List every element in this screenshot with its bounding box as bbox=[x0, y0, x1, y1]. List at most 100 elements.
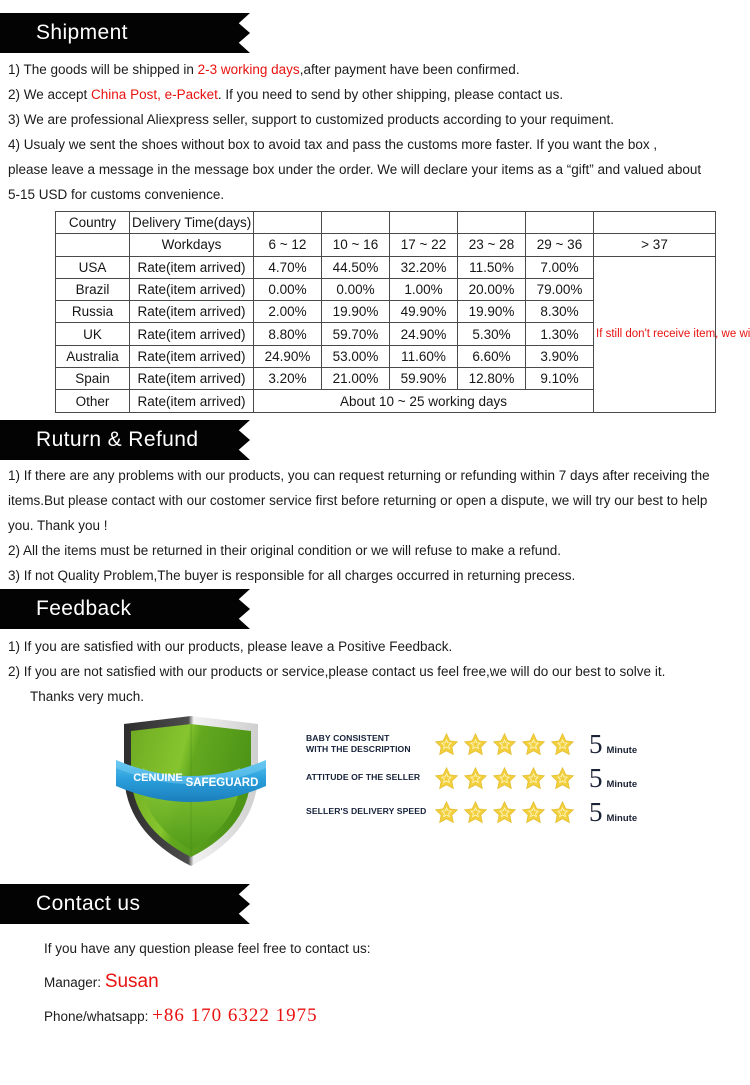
star-rating-description bbox=[434, 732, 575, 757]
cell-other-span: About 10 ~ 25 working days bbox=[253, 389, 594, 413]
cell-rate-3: 32.20% bbox=[389, 255, 458, 279]
cell-rate-2: 21.00% bbox=[321, 367, 390, 391]
contact-banner: Contact us bbox=[0, 884, 250, 924]
shipment-line-2-highlight: China Post, e-Packet bbox=[91, 87, 218, 102]
star-icon bbox=[434, 732, 459, 755]
genuine-safeguard-shield-icon: CENUINE SAFEGUARD bbox=[112, 710, 270, 872]
score-number: 5 bbox=[589, 762, 603, 793]
rating-label-attitude: ATTITUDE OF THE SELLER bbox=[306, 772, 428, 784]
shipment-line-1-pre: 1) The goods will be shipped in bbox=[8, 62, 198, 77]
cell-rate-2: 59.70% bbox=[321, 322, 390, 346]
feedback-text: 1) If you are satisfied with our product… bbox=[0, 634, 750, 709]
star-icon bbox=[521, 766, 546, 789]
cell-rate-1: 2.00% bbox=[253, 300, 322, 324]
score-delivery-speed: 5 Minute bbox=[589, 796, 638, 827]
header-delivery-time: Delivery Time(days) bbox=[129, 210, 254, 235]
header-blank-4 bbox=[457, 210, 526, 235]
score-number: 5 bbox=[589, 796, 603, 827]
cell-rate-label: Rate(item arrived) bbox=[129, 344, 254, 369]
star-icon bbox=[434, 800, 459, 823]
return-line-5: 3) If not Quality Problem,The buyer is r… bbox=[8, 568, 576, 583]
cell-rate-2: 53.00% bbox=[321, 344, 390, 369]
star-icon bbox=[492, 800, 517, 823]
cell-country: USA bbox=[55, 255, 130, 279]
shipment-line-2: 2) We accept China Post, e-Packet. If yo… bbox=[8, 82, 738, 107]
table-header-row-1: Country Delivery Time(days) bbox=[55, 210, 716, 235]
header-blank-1 bbox=[253, 210, 322, 235]
shipment-text: 1) The goods will be shipped in 2-3 work… bbox=[0, 57, 750, 207]
shipment-line-1: 1) The goods will be shipped in 2-3 work… bbox=[8, 57, 738, 82]
rating-label-line-1: SELLER'S DELIVERY SPEED bbox=[306, 806, 427, 817]
header-blank-5 bbox=[525, 210, 594, 235]
rating-row-description: BABY CONSISTENT WITH THE DESCRIPTION 5 M… bbox=[306, 727, 686, 761]
rating-label-line-2: WITH THE DESCRIPTION bbox=[306, 744, 411, 754]
cell-rate-3: 59.90% bbox=[389, 367, 458, 391]
rating-label-delivery-speed: SELLER'S DELIVERY SPEED bbox=[306, 806, 428, 818]
cell-rate-label: Rate(item arrived) bbox=[129, 367, 254, 391]
star-icon bbox=[550, 732, 575, 755]
star-rating-attitude bbox=[434, 766, 575, 791]
cell-country: Brazil bbox=[55, 277, 130, 302]
score-unit: Minute bbox=[606, 812, 638, 824]
shipment-line-2-pre: 2) We accept bbox=[8, 87, 92, 102]
header-country: Country bbox=[55, 210, 130, 235]
seller-ratings: BABY CONSISTENT WITH THE DESCRIPTION 5 M… bbox=[306, 727, 686, 829]
cell-rate-5: 7.00% bbox=[525, 255, 594, 279]
score-description: 5 Minute bbox=[589, 730, 637, 758]
contact-intro: If you have any question please feel fre… bbox=[44, 941, 371, 956]
cell-rate-1: 8.80% bbox=[253, 322, 322, 346]
lost-item-note: If still don't receive item, we will hel… bbox=[593, 255, 750, 413]
star-icon bbox=[463, 766, 488, 789]
feedback-line-2: 2) If you are not satisfied with our pro… bbox=[8, 664, 666, 679]
cell-rate-3: 11.60% bbox=[389, 344, 458, 369]
rating-row-delivery-speed: SELLER'S DELIVERY SPEED 5 Minute bbox=[306, 795, 686, 829]
header-range-2: 10 ~ 16 bbox=[321, 233, 390, 257]
return-line-1: 1) If there are any problems with our pr… bbox=[8, 468, 710, 483]
cell-rate-label: Rate(item arrived) bbox=[129, 300, 254, 324]
return-line-2: items.But please contact with our costom… bbox=[8, 493, 708, 508]
header-workdays: Workdays bbox=[129, 233, 254, 257]
cell-rate-4: 12.80% bbox=[457, 367, 526, 391]
return-refund-banner: Ruturn & Refund bbox=[0, 420, 250, 460]
cell-rate-4: 5.30% bbox=[457, 322, 526, 346]
cell-rate-5: 3.90% bbox=[525, 344, 594, 369]
feedback-title: Feedback bbox=[36, 597, 132, 620]
cell-rate-2: 19.90% bbox=[321, 300, 390, 324]
cell-rate-label: Rate(item arrived) bbox=[129, 255, 254, 279]
header-range-3: 17 ~ 22 bbox=[389, 233, 458, 257]
rating-row-attitude: ATTITUDE OF THE SELLER 5 Minute bbox=[306, 761, 686, 795]
cell-rate-5: 79.00% bbox=[525, 277, 594, 302]
header-range-5: 29 ~ 36 bbox=[525, 233, 594, 257]
cell-rate-4: 20.00% bbox=[457, 277, 526, 302]
cell-rate-label: Rate(item arrived) bbox=[129, 277, 254, 302]
rating-label-description: BABY CONSISTENT WITH THE DESCRIPTION bbox=[306, 733, 428, 756]
table-row: USA Rate(item arrived) 4.70% 44.50% 32.2… bbox=[55, 255, 750, 413]
shipment-line-3: 3) We are professional Aliexpress seller… bbox=[8, 112, 615, 127]
cell-rate-4: 19.90% bbox=[457, 300, 526, 324]
return-line-3: you. Thank you ! bbox=[8, 518, 108, 533]
shipment-line-1-post: ,after payment have been confirmed. bbox=[299, 62, 520, 77]
contact-details: If you have any question please feel fre… bbox=[0, 932, 750, 1033]
header-blank-6 bbox=[593, 210, 716, 235]
contact-title: Contact us bbox=[36, 892, 141, 915]
star-icon bbox=[521, 732, 546, 755]
star-icon bbox=[463, 732, 488, 755]
cell-rate-1: 0.00% bbox=[253, 277, 322, 302]
header-range-4: 23 ~ 28 bbox=[457, 233, 526, 257]
cell-country: Russia bbox=[55, 300, 130, 324]
star-icon bbox=[492, 766, 517, 789]
header-blank-country bbox=[55, 233, 130, 257]
score-unit: Minute bbox=[606, 778, 638, 790]
cell-country: Spain bbox=[55, 367, 130, 391]
phone-label: Phone/whatsapp: bbox=[44, 1009, 149, 1024]
banner-arrow-icon bbox=[227, 13, 250, 53]
header-range-6: > 37 bbox=[593, 233, 716, 257]
shipment-line-4: 4) Usualy we sent the shoes without box … bbox=[8, 137, 658, 152]
cell-rate-2: 0.00% bbox=[321, 277, 390, 302]
cell-rate-3: 49.90% bbox=[389, 300, 458, 324]
banner-arrow-icon bbox=[227, 884, 250, 924]
shipment-banner: Shipment bbox=[0, 13, 250, 53]
shipment-line-2-post: . If you need to send by other shipping,… bbox=[217, 87, 564, 102]
shipment-line-5: please leave a message in the message bo… bbox=[8, 162, 702, 177]
phone-number[interactable]: +86 170 6322 1975 bbox=[152, 1005, 317, 1026]
